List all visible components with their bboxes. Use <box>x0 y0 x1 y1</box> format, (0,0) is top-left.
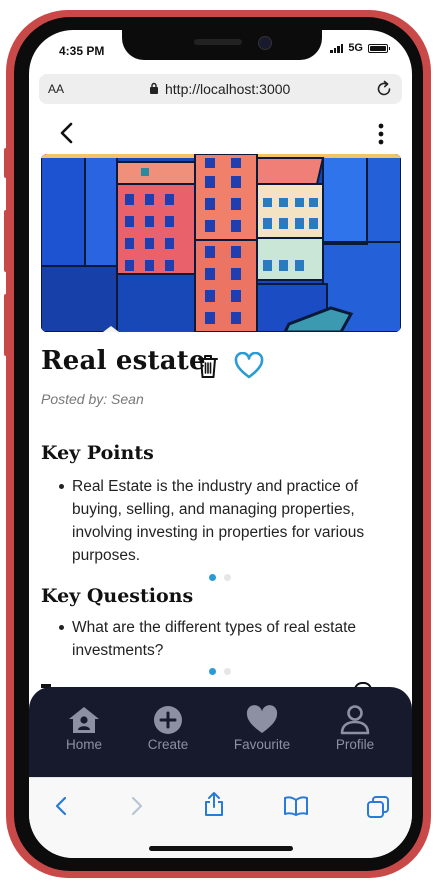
network-type: 5G <box>348 42 363 54</box>
phone-side-button <box>4 148 8 178</box>
key-questions-list: What are the different types of real est… <box>41 616 381 662</box>
reload-icon[interactable] <box>374 79 394 99</box>
profile-icon <box>340 705 370 735</box>
home-indicator[interactable] <box>149 846 293 851</box>
posted-by: Posted by: Sean <box>41 391 144 407</box>
carousel-dot[interactable] <box>209 574 216 581</box>
phone-volume-down <box>4 294 8 356</box>
plus-circle-icon <box>154 706 182 734</box>
page-header <box>29 116 412 150</box>
tab-label: Favourite <box>233 737 291 752</box>
list-item: Real Estate is the industry and practice… <box>41 475 381 567</box>
hero-image <box>41 154 401 332</box>
tabs-icon[interactable] <box>366 795 390 819</box>
key-points-carousel-dots[interactable] <box>209 574 231 581</box>
signal-icon <box>330 43 344 53</box>
post-title: Real estate <box>41 346 206 376</box>
share-icon[interactable] <box>203 791 225 817</box>
bookmarks-icon[interactable] <box>283 795 309 817</box>
heart-outline-icon[interactable] <box>234 352 264 380</box>
tab-favourite[interactable]: Favourite <box>222 705 302 752</box>
carousel-dot[interactable] <box>224 668 231 675</box>
speaker <box>194 39 242 45</box>
tab-create[interactable]: Create <box>128 705 208 752</box>
key-questions-carousel-dots[interactable] <box>209 668 231 675</box>
browser-back-icon[interactable] <box>53 795 71 817</box>
heart-icon <box>246 705 278 733</box>
tab-home[interactable]: Home <box>44 705 124 752</box>
tab-label: Home <box>65 737 102 752</box>
battery-icon <box>368 43 390 53</box>
front-camera <box>258 36 272 50</box>
home-icon <box>69 707 99 733</box>
key-points-list: Real Estate is the industry and practice… <box>41 475 381 567</box>
carousel-dot[interactable] <box>224 574 231 581</box>
notch <box>122 30 322 60</box>
key-questions-heading: Key Questions <box>41 585 194 607</box>
tab-label: Profile <box>335 737 375 752</box>
address-bar[interactable]: AA http://localhost:3000 <box>39 74 402 104</box>
url-text[interactable]: http://localhost:3000 <box>165 81 290 97</box>
city-buildings-painting <box>41 154 401 332</box>
trash-icon[interactable] <box>197 353 219 379</box>
more-vertical-icon[interactable] <box>378 122 384 146</box>
phone-screen: 4:35 PM 5G AA http://localhost:3000 Real… <box>29 30 412 858</box>
post-title-row: Real estate <box>41 346 401 386</box>
status-time: 4:35 PM <box>59 44 105 58</box>
browser-forward-icon[interactable] <box>127 795 145 817</box>
status-indicators: 5G <box>330 42 390 54</box>
text-size-button[interactable]: AA <box>48 82 64 96</box>
key-points-heading: Key Points <box>41 442 154 464</box>
tab-label: Create <box>147 737 189 752</box>
phone-volume-up <box>4 210 8 272</box>
back-arrow-icon[interactable] <box>55 120 79 146</box>
bottom-tab-bar: Home Create Favourite Profile <box>29 687 412 777</box>
list-item: What are the different types of real est… <box>41 616 381 662</box>
lock-icon <box>150 82 158 94</box>
tab-profile[interactable]: Profile <box>315 705 395 752</box>
carousel-dot[interactable] <box>209 668 216 675</box>
